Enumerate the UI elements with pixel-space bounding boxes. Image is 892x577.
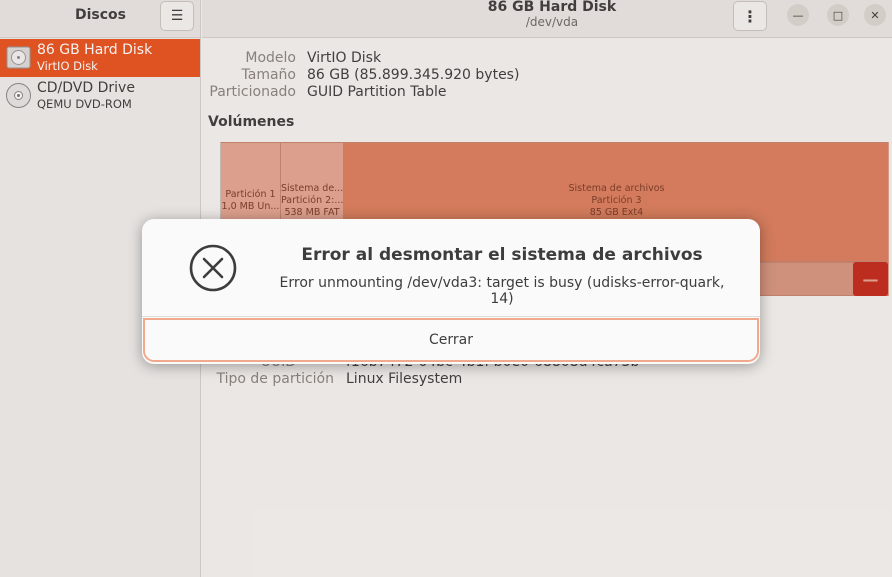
error-dialog: Error al desmontar el sistema de archivo… [142, 219, 760, 364]
dialog-message: Error unmounting /dev/vda3: target is bu… [279, 275, 725, 307]
error-icon [189, 244, 237, 292]
dialog-divider [142, 316, 760, 317]
dialog-title: Error al desmontar el sistema de archivo… [301, 245, 703, 265]
close-button[interactable]: Cerrar [143, 318, 759, 362]
